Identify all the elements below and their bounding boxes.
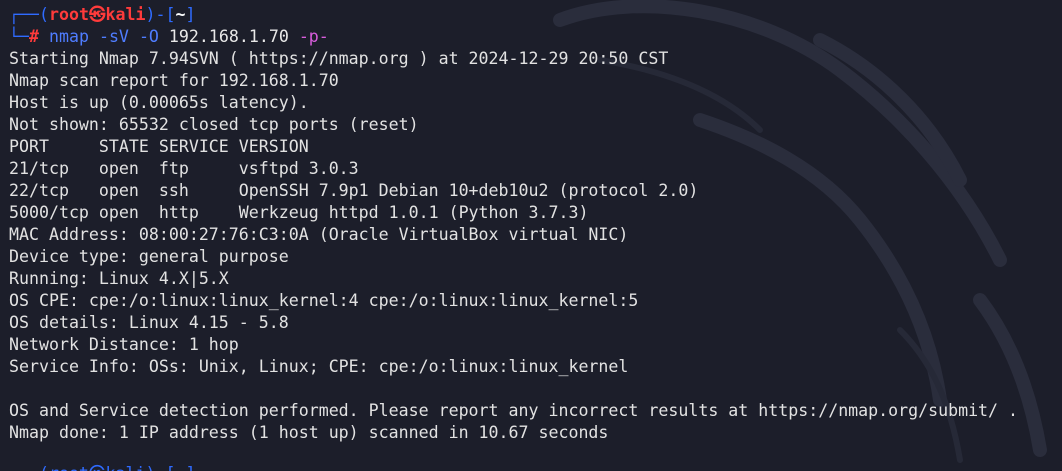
output-line: Nmap scan report for 192.168.1.70	[9, 71, 339, 90]
prompt-line-2: └─# nmap -sV -O 192.168.1.70 -p-	[9, 27, 329, 46]
command-flag-sv: -sV	[98, 27, 129, 46]
prompt-line-1: ┌──(root㉿kali)-[~]	[9, 5, 196, 24]
prompt-hash: #	[28, 27, 39, 46]
output-line: Device type: general purpose	[9, 247, 289, 266]
output-line: Service Info: OSs: Unix, Linux; CPE: cpe…	[9, 357, 629, 376]
output-line: OS CPE: cpe:/o:linux:linux_kernel:4 cpe:…	[9, 291, 639, 310]
output-line: Starting Nmap 7.94SVN ( https://nmap.org…	[9, 49, 669, 68]
terminal-output: ┌──(root㉿kali)-[~] └─# nmap -sV -O 192.1…	[9, 4, 1062, 444]
command-flag-o: -O	[138, 27, 159, 46]
next-prompt-partial: ┌──(root㉿kali)-[~]	[9, 463, 195, 471]
output-line: Network Distance: 1 hop	[9, 335, 239, 354]
output-line: Not shown: 65532 closed tcp ports (reset…	[9, 115, 419, 134]
command-program: nmap	[48, 27, 89, 46]
output-line: Running: Linux 4.X|5.X	[9, 269, 229, 288]
output-line-blank	[9, 378, 1062, 400]
port-row: 5000/tcp open http Werkzeug httpd 1.0.1 …	[9, 203, 589, 222]
prompt-cwd: ~	[175, 5, 186, 24]
command-flag-p: -p-	[298, 27, 329, 46]
output-line: Nmap done: 1 IP address (1 host up) scan…	[9, 423, 609, 442]
output-line: Host is up (0.00065s latency).	[9, 93, 309, 112]
port-row: 22/tcp open ssh OpenSSH 7.9p1 Debian 10+…	[9, 181, 699, 200]
port-table-header: PORT STATE SERVICE VERSION	[9, 137, 309, 156]
output-line: MAC Address: 08:00:27:76:C3:0A (Oracle V…	[9, 225, 629, 244]
output-line: OS details: Linux 4.15 - 5.8	[9, 313, 289, 332]
prompt-user: root	[48, 5, 89, 24]
prompt-host: kali	[105, 5, 146, 24]
output-line: OS and Service detection performed. Plea…	[9, 401, 1019, 420]
terminal-window[interactable]: ┌──(root㉿kali)-[~] └─# nmap -sV -O 192.1…	[0, 0, 1062, 471]
port-row: 21/tcp open ftp vsftpd 3.0.3	[9, 159, 359, 178]
command-target: 192.168.1.70	[168, 27, 289, 46]
